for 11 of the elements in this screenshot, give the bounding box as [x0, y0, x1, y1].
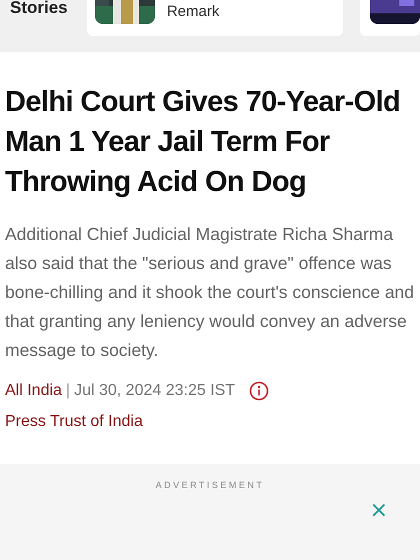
advertisement-label: ADVERTISEMENT — [154, 479, 266, 490]
source-link[interactable]: Press Trust of India — [5, 413, 143, 431]
story-card[interactable]: Remark — [86, 0, 343, 36]
publish-date: Jul 30, 2024 23:25 IST — [74, 382, 236, 400]
article-summary: Additional Chief Judicial Magistrate Richa Sharma also said that the "serious and grave" offence was bone-chilling and it shook the court's conscience and that granting any leniency would convey an adverse message to society. — [5, 223, 414, 362]
info-icon[interactable] — [249, 381, 270, 401]
separator: | — [66, 382, 70, 400]
category-link[interactable]: All India — [5, 382, 62, 400]
section-heading: Stories — [10, 0, 69, 18]
headline: Delhi Court Gives 70-Year-Old Man 1 Year Jail Term For Throwing Acid On Dog — [5, 85, 402, 200]
story-title: Remark — [166, 3, 220, 20]
